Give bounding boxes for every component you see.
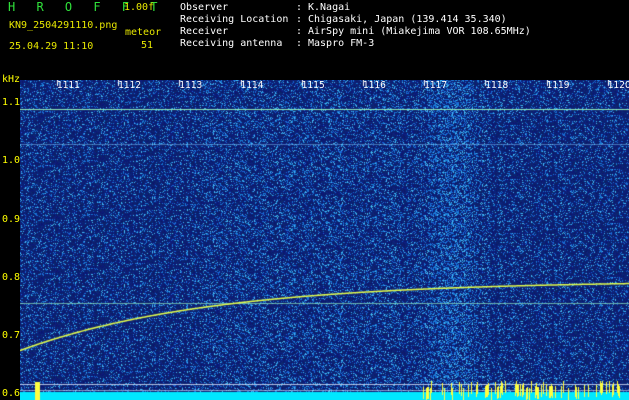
meteor-count: 51 (141, 40, 154, 51)
version-label: 1.00f (124, 2, 155, 13)
freq-tick-0.8: 0.8 (2, 271, 21, 283)
info-key: Receiving Location (180, 14, 289, 25)
freq-tick-0.7: 0.7 (2, 330, 21, 341)
info-row-receiver: Receiver: AirSpy mini (Miakejima VOR 108.… (180, 26, 531, 38)
time-tick-1112: 1112 (118, 80, 142, 91)
info-value: Maspro FM-3 (308, 38, 375, 49)
info-key: Receiving antenna (180, 38, 283, 49)
info-row-observer: Observer: K.Nagai (180, 2, 350, 14)
time-tick-1119: 1119 (546, 80, 570, 91)
filename-label: KN9_2504291110.png (9, 20, 118, 31)
time-tick-1117: 1117 (424, 80, 448, 91)
time-tick-1115: 1115 (301, 80, 325, 91)
hroft-window: H R O F F T 1.00f KN9_2504291110.png met… (0, 0, 629, 400)
info-sep: : (296, 26, 303, 37)
info-row-antenna: Receiving antenna: Maspro FM-3 (180, 38, 374, 50)
info-sep: : (296, 2, 303, 13)
freq-tick-1.1: 1.1 (2, 97, 21, 109)
time-tick-1120: 1120 (607, 80, 629, 91)
info-sep: : (296, 38, 303, 49)
info-value: AirSpy mini (Miakejima VOR 108.65MHz) (308, 26, 531, 37)
spectrogram-plot[interactable] (20, 80, 629, 400)
time-tick-1113: 1113 (179, 80, 203, 91)
info-sep: : (296, 14, 303, 25)
time-tick-1116: 1116 (363, 80, 386, 91)
info-row-location: Receiving Location: Chigasaki, Japan (139… (180, 14, 507, 26)
spectrogram-canvas (20, 80, 629, 400)
freq-tick-0.6: 0.6 (2, 388, 21, 400)
y-unit-label: kHz (2, 74, 21, 85)
info-value: K.Nagai (308, 2, 351, 13)
time-tick-1111: 1111 (57, 80, 80, 91)
freq-tick-0.9: 0.9 (2, 213, 21, 225)
meteor-label: meteor (125, 27, 162, 38)
freq-tick-1.0: 1.0 (2, 155, 21, 167)
time-tick-1118: 1118 (485, 80, 509, 91)
datetime-label: 25.04.29 11:10 (9, 41, 94, 52)
info-value: Chigasaki, Japan (139.414 35.340) (308, 14, 507, 25)
time-tick-1114: 1114 (240, 80, 264, 91)
info-key: Observer (180, 2, 229, 13)
info-key: Receiver (180, 26, 229, 37)
